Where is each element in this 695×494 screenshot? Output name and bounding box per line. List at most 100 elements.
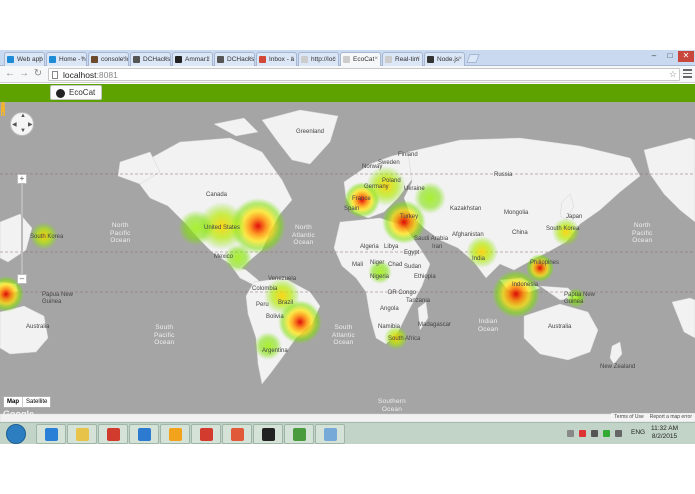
browser-tab[interactable]: Home - h ×: [46, 52, 87, 66]
app-header: EcoCat: [0, 84, 695, 102]
pan-up-icon[interactable]: ▲: [20, 113, 26, 119]
landmass-south-america-right: [671, 297, 695, 339]
place-label: Philippines: [530, 260, 560, 266]
zoom-slider[interactable]: [21, 184, 23, 274]
taskbar-chrome[interactable]: [191, 424, 221, 444]
pan-right-icon[interactable]: ▶: [28, 121, 33, 128]
close-tab-icon[interactable]: ×: [164, 53, 168, 66]
map-type-map-button[interactable]: Map: [4, 397, 23, 408]
tray-network-icon[interactable]: [603, 430, 610, 437]
taskbar-internet-explorer[interactable]: [36, 424, 66, 444]
close-tab-icon[interactable]: ×: [290, 53, 294, 66]
pan-control[interactable]: ▲ ▼ ◀ ▶: [10, 112, 34, 136]
github-icon: [175, 56, 182, 63]
pegman-icon[interactable]: [0, 102, 6, 116]
browser-tab[interactable]: Web app ×: [4, 52, 45, 66]
window-maximize-button[interactable]: □: [662, 51, 678, 62]
report-map-error-link[interactable]: Report a map error: [647, 414, 695, 420]
reload-icon[interactable]: ↻: [32, 68, 44, 80]
place-label: Brazil: [278, 300, 294, 306]
close-tab-icon[interactable]: ×: [248, 53, 252, 66]
place-label: Finland: [398, 152, 418, 158]
taskbar-app-grid[interactable]: [222, 424, 252, 444]
place-label: United States: [204, 225, 241, 231]
bookmark-star-icon[interactable]: ☆: [669, 69, 677, 80]
browser-tab[interactable]: console.lo ×: [88, 52, 129, 66]
taskbar-file-explorer[interactable]: [67, 424, 97, 444]
node-icon: [427, 56, 434, 63]
close-tab-icon[interactable]: ×: [80, 53, 84, 66]
place-label: China: [512, 230, 528, 236]
place-label: Bolivia: [266, 314, 284, 320]
forward-icon[interactable]: →: [18, 68, 30, 80]
clock[interactable]: 11:32 AM 8/2/2015: [651, 425, 678, 441]
app-icon: [138, 428, 151, 441]
doc-icon: [133, 56, 140, 63]
browser-tab[interactable]: DCHacks ×: [214, 52, 255, 66]
ocean-label-indian: Indian Ocean: [478, 318, 499, 333]
place-label: Ukraine: [404, 186, 425, 192]
tab-strip: Web app × Home - h × console.lo × DCHacks × Amma…: [0, 50, 695, 66]
place-label: Japan: [566, 214, 583, 220]
browser-tab[interactable]: Node.js ×: [424, 52, 465, 66]
back-icon[interactable]: ←: [4, 68, 16, 80]
place-label: Indonesia: [512, 282, 539, 288]
browser-tab[interactable]: DCHacks ×: [130, 52, 171, 66]
close-tab-icon[interactable]: ×: [38, 53, 42, 66]
image-icon: [293, 428, 306, 441]
tray-flag-icon[interactable]: [591, 430, 598, 437]
ecocat-brand-button[interactable]: EcoCat: [50, 85, 103, 100]
place-label: Mongolia: [504, 210, 529, 216]
language-indicator[interactable]: ENG: [631, 429, 645, 436]
brand-label: EcoCat: [69, 88, 96, 97]
close-tab-icon[interactable]: ×: [122, 53, 126, 66]
page-icon: [343, 56, 350, 63]
place-label: South Korea: [546, 226, 580, 232]
browser-tab[interactable]: EcoCat ×: [340, 52, 381, 66]
start-button[interactable]: [6, 424, 26, 444]
close-tab-icon[interactable]: ×: [374, 53, 378, 66]
window-minimize-button[interactable]: –: [646, 51, 662, 62]
new-tab-button[interactable]: [466, 54, 480, 63]
taskbar-app-box[interactable]: [315, 424, 345, 444]
heat-spot-india: [466, 236, 498, 268]
gmail-icon: [259, 56, 266, 63]
pan-down-icon[interactable]: ▼: [20, 128, 26, 134]
pan-left-icon[interactable]: ◀: [12, 121, 17, 128]
taskbar-app-blue[interactable]: [129, 424, 159, 444]
ocean-label-south-atlantic: South Atlantic Ocean: [332, 324, 355, 346]
browser-tab[interactable]: Ammar1 ×: [172, 52, 213, 66]
browser-tab[interactable]: http://loc ×: [298, 52, 339, 66]
taskbar-app-image[interactable]: [284, 424, 314, 444]
close-tab-icon[interactable]: ×: [206, 53, 210, 66]
page-icon: [385, 56, 392, 63]
zoom-in-button[interactable]: +: [17, 174, 27, 184]
taskbar-app-red[interactable]: [98, 424, 128, 444]
close-tab-icon[interactable]: ×: [416, 53, 420, 66]
tray-volume-icon[interactable]: [615, 430, 622, 437]
page-icon: [52, 71, 58, 79]
taskbar-terminal[interactable]: [253, 424, 283, 444]
browser-tab[interactable]: Real-tim ×: [382, 52, 423, 66]
page-icon: [301, 56, 308, 63]
ocean-label-north-pacific-right: North Pacific Ocean: [632, 222, 653, 244]
close-tab-icon[interactable]: ×: [458, 53, 462, 66]
map-type-control: Map Satellite: [3, 396, 52, 408]
window-close-button[interactable]: ✕: [678, 51, 694, 62]
zoom-out-button[interactable]: –: [17, 274, 27, 284]
tray-arrow-icon[interactable]: [567, 430, 574, 437]
address-bar[interactable]: localhost:8081 ☆: [48, 68, 680, 81]
terms-of-use-link[interactable]: Terms of Use: [611, 414, 646, 420]
place-label: Papua New Guinea: [564, 292, 596, 305]
taskbar-app-gauge[interactable]: [160, 424, 190, 444]
place-label: Algeria: [360, 244, 379, 250]
place-label: Mali: [352, 262, 364, 268]
app-icon: [107, 428, 120, 441]
map-type-satellite-button[interactable]: Satellite: [23, 397, 50, 408]
place-label: Nigeria: [370, 274, 390, 280]
chrome-menu-icon[interactable]: [683, 69, 692, 80]
browser-tab[interactable]: Inbox - a ×: [256, 52, 297, 66]
world-heatmap[interactable]: North Pacific Ocean North Atlantic Ocean Nor…: [0, 102, 695, 422]
tray-app-icon[interactable]: [579, 430, 586, 437]
close-tab-icon[interactable]: ×: [332, 53, 336, 66]
